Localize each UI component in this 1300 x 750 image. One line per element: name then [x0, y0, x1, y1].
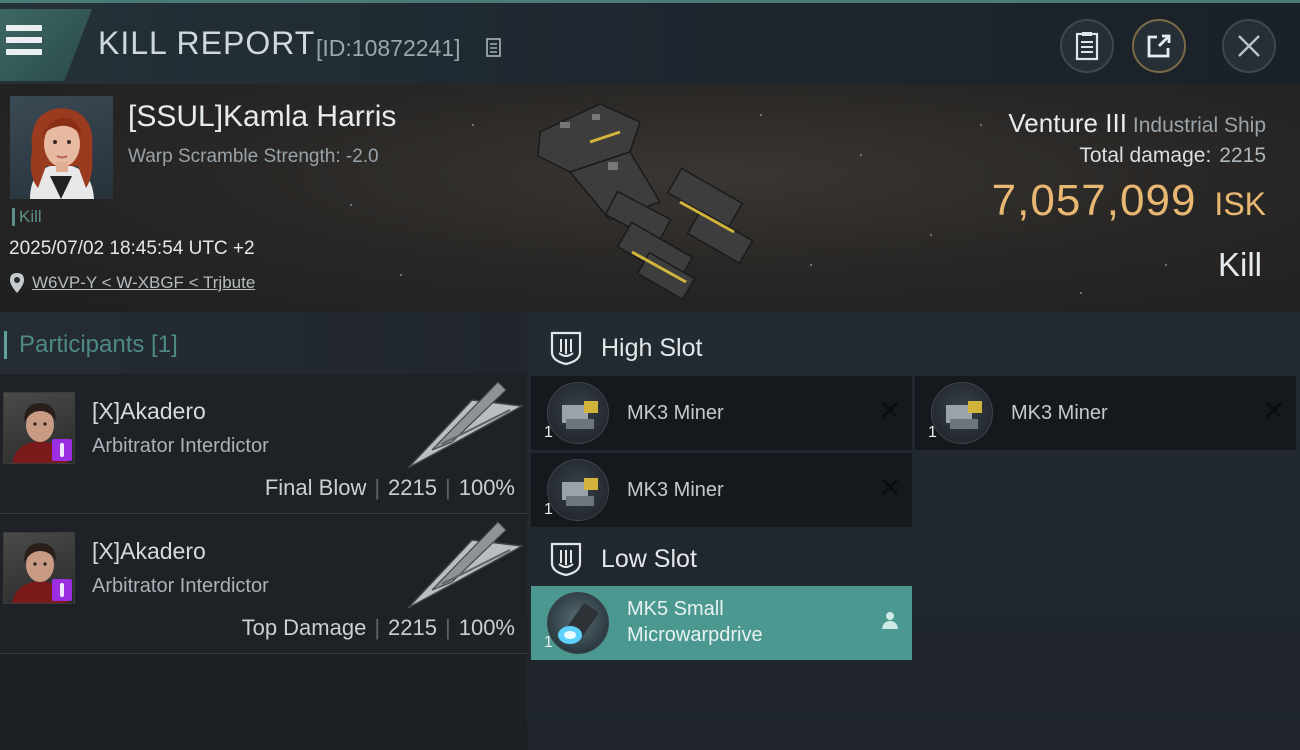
microwarpdrive-module-icon — [547, 592, 609, 654]
document-icon — [1075, 32, 1099, 61]
low-slot-label: Low Slot — [601, 545, 697, 573]
participant-percent: 100% — [458, 615, 515, 640]
participant-stats: Final Blow | 2215 | 100% — [265, 475, 515, 501]
module-name: MK3 Miner — [627, 402, 724, 424]
participant-avatar[interactable] — [3, 532, 75, 604]
kill-datetime: 2025/07/02 18:45:54 UTC +2 — [9, 238, 255, 259]
victim-name[interactable]: [SSUL]Kamla Harris — [128, 100, 396, 134]
participant-ship: Arbitrator Interdictor — [92, 575, 269, 597]
x-mark-icon — [1266, 402, 1282, 418]
module-quantity: 1 — [544, 424, 553, 441]
victim-ship-image[interactable] — [520, 92, 760, 302]
location-link[interactable]: W6VP-Y < W-XBGF < Trjbute — [32, 273, 255, 293]
module-name-line2: Microwarpdrive — [627, 624, 763, 646]
high-slot-header: High Slot — [527, 316, 1300, 378]
ship-name: Venture III — [1008, 108, 1127, 138]
module-quantity: 1 — [928, 424, 937, 441]
hamburger-icon[interactable] — [6, 25, 42, 55]
shield-slot-icon — [550, 331, 582, 366]
stats-divider: | — [445, 615, 451, 640]
stats-divider: | — [374, 475, 381, 500]
participant-name[interactable]: [X]Akadero — [92, 538, 206, 565]
participant-row[interactable]: [X]Akadero Arbitrator Interdictor Top Da… — [0, 514, 527, 654]
participants-title: Participants [1] — [4, 331, 178, 359]
module-name: MK5 Small Microwarpdrive — [627, 596, 763, 648]
victim-panel: [SSUL]Kamla Harris Warp Scramble Strengt… — [0, 84, 1300, 312]
copy-icon[interactable] — [486, 38, 504, 60]
module-name-line1: MK5 Small — [627, 598, 724, 620]
warp-scramble-strength: Warp Scramble Strength: -2.0 — [128, 146, 379, 167]
report-id: [ID:10872241] — [316, 35, 461, 61]
participant-ship-image — [407, 381, 525, 469]
participant-avatar[interactable] — [3, 392, 75, 464]
module-quantity: 1 — [544, 634, 553, 651]
victim-ship-name[interactable]: Venture III Industrial Ship — [1008, 108, 1266, 139]
participant-ship: Arbitrator Interdictor — [92, 435, 269, 457]
module-item[interactable]: 1 MK3 Miner — [915, 376, 1296, 450]
victim-portrait[interactable] — [10, 96, 113, 199]
isk-amount: 7,057,099 — [991, 176, 1197, 225]
module-item[interactable]: 1 MK5 Small Microwarpdrive — [531, 586, 912, 660]
participant-ship-image — [407, 521, 525, 609]
share-icon — [1147, 34, 1171, 58]
module-name: MK3 Miner — [1011, 402, 1108, 424]
total-damage-value: 2215 — [1219, 144, 1266, 167]
total-damage-label: Total damage: — [1079, 144, 1212, 167]
isk-unit: ISK — [1214, 186, 1266, 222]
participant-damage: 2215 — [388, 615, 437, 640]
participant-stats: Top Damage | 2215 | 100% — [242, 615, 515, 641]
report-button[interactable] — [1060, 19, 1114, 73]
faction-badge — [52, 439, 72, 461]
stats-divider: | — [445, 475, 451, 500]
page-title: KILL REPORT — [98, 25, 316, 61]
participant-name[interactable]: [X]Akadero — [92, 398, 206, 425]
faction-badge — [52, 579, 72, 601]
fittings-panel: High Slot 1 MK3 Miner 1 MK3 Miner 1 MK3 … — [527, 312, 1300, 750]
x-mark-icon — [882, 479, 898, 495]
participant-percent: 100% — [458, 475, 515, 500]
miner-module-icon — [547, 459, 609, 521]
module-item[interactable]: 1 MK3 Miner — [531, 376, 912, 450]
low-slot-header: Low Slot — [527, 527, 1300, 589]
participant-damage: 2215 — [388, 475, 437, 500]
close-icon — [1238, 35, 1260, 57]
participant-row[interactable]: [X]Akadero Arbitrator Interdictor Final … — [0, 374, 527, 514]
high-slot-label: High Slot — [601, 334, 703, 362]
isk-value: 7,057,099 ISK — [992, 176, 1266, 226]
participant-role: Final Blow — [264, 475, 367, 500]
avatar — [30, 108, 94, 199]
participants-header: Participants [1] — [0, 312, 527, 374]
module-name: MK3 Miner — [627, 479, 724, 501]
participants-panel: Participants [1] [X]Akadero Arbitrator I… — [0, 312, 527, 750]
module-quantity: 1 — [544, 501, 553, 518]
header-bar: KILL REPORT [ID:10872241] — [0, 0, 1300, 84]
person-icon — [882, 612, 898, 629]
shield-slot-icon — [550, 542, 582, 577]
module-item[interactable]: 1 MK3 Miner — [531, 453, 912, 527]
result-label: Kill — [1217, 246, 1262, 283]
map-pin-icon — [10, 273, 24, 293]
ship-class: Industrial Ship — [1132, 114, 1266, 137]
share-button[interactable] — [1132, 19, 1186, 73]
x-mark-icon — [882, 402, 898, 418]
total-damage: Total damage: 2215 — [1079, 144, 1266, 168]
miner-module-icon — [931, 382, 993, 444]
participant-role: Top Damage — [241, 615, 367, 640]
stats-divider: | — [374, 615, 381, 640]
miner-module-icon — [547, 382, 609, 444]
close-button[interactable] — [1222, 19, 1276, 73]
kill-tag: Kill — [12, 208, 42, 226]
